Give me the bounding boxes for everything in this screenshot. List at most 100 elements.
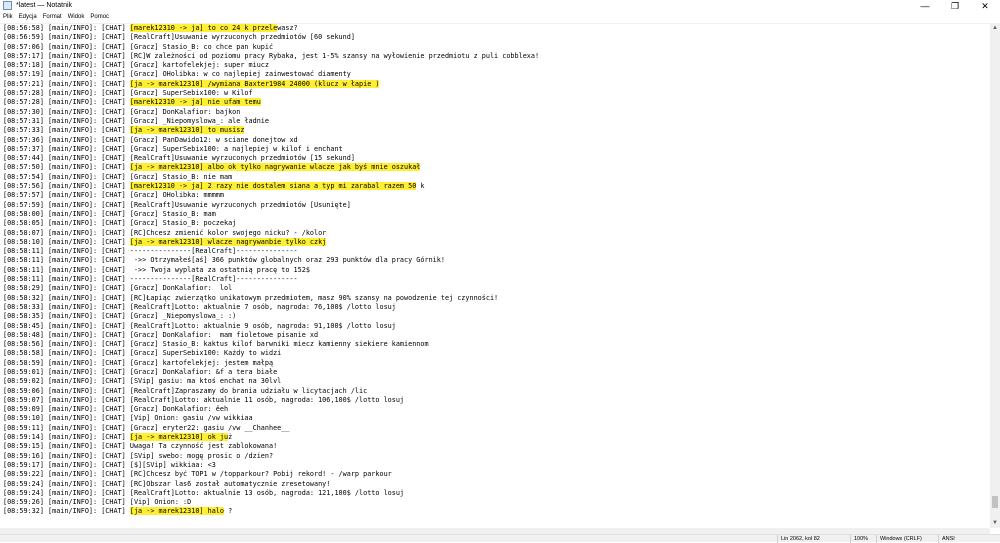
log-line: [08:59:32] [main/INFO]: [CHAT] [ja -> ma… [3, 507, 990, 516]
menu-file[interactable]: Plik [3, 12, 13, 23]
log-text: [08:57:28] [main/INFO]: [CHAT] [Gracz] S… [3, 89, 253, 98]
menu-format[interactable]: Format [43, 12, 62, 23]
log-text: [08:59:17] [main/INFO]: [CHAT] [$][SVip]… [3, 460, 216, 469]
log-text: [08:58:05] [main/INFO]: [CHAT] [Gracz] S… [3, 219, 237, 228]
scrollbar-thumb[interactable] [992, 496, 998, 508]
log-text: [08:57:36] [main/INFO]: [CHAT] [Gracz] P… [3, 135, 298, 144]
log-line: [08:57:21] [main/INFO]: [CHAT] [ja -> ma… [3, 79, 990, 89]
highlighted-text: [marek12310 -> ja] to co 24 k przele [129, 24, 278, 32]
highlighted-text: [ja -> marek12310] albo ok tylko nagrywa… [129, 163, 421, 172]
log-line: [08:59:01] [main/INFO]: [CHAT] [Gracz] D… [3, 368, 990, 377]
log-text: [08:58:45] [main/INFO]: [CHAT] [RealCraf… [3, 321, 396, 330]
highlighted-text: [marek12310 -> ja] 2 razy nie dostalem s… [129, 182, 417, 191]
log-text: [08:58:11] [main/INFO]: [CHAT] ->> Otrzy… [3, 256, 445, 265]
log-line: [08:57:17] [main/INFO]: [CHAT] [RC]W zal… [3, 52, 990, 61]
log-line: [08:59:10] [main/INFO]: [CHAT] [Vip] Oni… [3, 414, 990, 423]
log-line: [08:59:11] [main/INFO]: [CHAT] [Gracz] e… [3, 424, 990, 433]
menu-bar: Plik Edycja Format Widok Pomoc [0, 12, 1000, 23]
log-text: [08:58:07] [main/INFO]: [CHAT] [RC]Chces… [3, 228, 327, 237]
window-title: *latest — Notatnik [16, 2, 73, 9]
log-text: [08:58:11] [main/INFO]: [CHAT] ->> Twoja… [3, 265, 310, 274]
log-line: [08:59:16] [main/INFO]: [CHAT] [SVip] sw… [3, 452, 990, 461]
text-lines: [08:56:58] [main/INFO]: [CHAT] [marek123… [0, 24, 990, 517]
log-text: [08:57:18] [main/INFO]: [CHAT] [Gracz] k… [3, 61, 269, 70]
scroll-up-arrow-icon[interactable]: ▲ [990, 23, 1000, 33]
log-text: wasz? [277, 24, 298, 32]
log-text: [08:58:33] [main/INFO]: [CHAT] [RealCraf… [3, 302, 396, 311]
log-line: [08:57:57] [main/INFO]: [CHAT] [Gracz] O… [3, 191, 990, 200]
log-line: [08:56:59] [main/INFO]: [CHAT] [RealCraf… [3, 33, 990, 42]
log-text: [08:58:35] [main/INFO]: [CHAT] [Gracz] _… [3, 312, 237, 321]
log-text: [08:57:33] [main/INFO]: [CHAT] [3, 126, 130, 135]
log-text: [08:58:11] [main/INFO]: [CHAT] ---------… [3, 247, 298, 256]
log-line: [08:58:00] [main/INFO]: [CHAT] [Gracz] S… [3, 210, 990, 219]
close-button[interactable]: ✕ [970, 0, 1000, 12]
log-text: [08:57:57] [main/INFO]: [CHAT] [Gracz] O… [3, 191, 224, 200]
log-line: [08:57:18] [main/INFO]: [CHAT] [Gracz] k… [3, 61, 990, 70]
menu-help[interactable]: Pomoc [90, 12, 109, 23]
log-text: [08:59:02] [main/INFO]: [CHAT] [SVip] ga… [3, 377, 282, 386]
log-line: [08:58:59] [main/INFO]: [CHAT] [Gracz] k… [3, 359, 990, 368]
menu-view[interactable]: Widok [68, 12, 85, 23]
log-text: [08:59:11] [main/INFO]: [CHAT] [Gracz] e… [3, 423, 290, 432]
log-text: [08:57:31] [main/INFO]: [CHAT] [Gracz] _… [3, 116, 269, 125]
log-line: [08:57:28] [main/INFO]: [CHAT] [marek123… [3, 98, 990, 107]
log-line: [08:58:11] [main/INFO]: [CHAT] ---------… [3, 247, 990, 256]
log-line: [08:57:44] [main/INFO]: [CHAT] [RealCraf… [3, 154, 990, 163]
log-text: [08:58:00] [main/INFO]: [CHAT] [Gracz] S… [3, 209, 216, 218]
log-line: [08:59:26] [main/INFO]: [CHAT] [Vip] Oni… [3, 498, 990, 507]
log-line: [08:59:09] [main/INFO]: [CHAT] [Gracz] D… [3, 405, 990, 414]
log-line: [08:56:58] [main/INFO]: [CHAT] [marek123… [3, 24, 990, 33]
title-bar: *latest — Notatnik — ❐ ✕ [0, 0, 1000, 12]
log-line: [08:58:48] [main/INFO]: [CHAT] [Gracz] D… [3, 331, 990, 340]
log-text: ? [223, 507, 233, 516]
log-line: [08:58:07] [main/INFO]: [CHAT] [RC]Chces… [3, 229, 990, 238]
log-text: ż [228, 433, 233, 442]
log-text: [08:59:06] [main/INFO]: [CHAT] [RealCraf… [3, 386, 368, 395]
log-line: [08:57:28] [main/INFO]: [CHAT] [Gracz] S… [3, 89, 990, 98]
log-text: [08:57:30] [main/INFO]: [CHAT] [Gracz] D… [3, 107, 241, 116]
log-text: [08:59:09] [main/INFO]: [CHAT] [Gracz] D… [3, 405, 229, 414]
log-text: [08:57:50] [main/INFO]: [CHAT] [3, 163, 130, 172]
maximize-button[interactable]: ❐ [940, 0, 970, 12]
log-line: [08:59:15] [main/INFO]: [CHAT] Uwaga! Ta… [3, 442, 990, 451]
menu-edit[interactable]: Edycja [19, 12, 37, 23]
log-line: [08:59:06] [main/INFO]: [CHAT] [RealCraf… [3, 387, 990, 396]
scroll-down-arrow-icon[interactable]: ▼ [990, 518, 1000, 528]
log-line: [08:59:22] [main/INFO]: [CHAT] [RC]Chces… [3, 470, 990, 479]
log-line: [08:58:45] [main/INFO]: [CHAT] [RealCraf… [3, 322, 990, 331]
log-line: [08:59:24] [main/INFO]: [CHAT] [RC]Obsza… [3, 480, 990, 489]
log-text: [08:59:10] [main/INFO]: [CHAT] [Vip] Oni… [3, 414, 253, 423]
log-line: [08:58:58] [main/INFO]: [CHAT] [Gracz] S… [3, 349, 990, 358]
text-editor[interactable]: [08:56:58] [main/INFO]: [CHAT] [marek123… [0, 23, 990, 528]
log-text: [08:57:56] [main/INFO]: [CHAT] [3, 182, 130, 191]
log-line: [08:57:59] [main/INFO]: [CHAT] [RealCraf… [3, 201, 990, 210]
log-text: [08:59:01] [main/INFO]: [CHAT] [Gracz] D… [3, 367, 278, 376]
highlighted-text: [ja -> marek12310] halo [129, 507, 224, 516]
log-text: [08:59:16] [main/INFO]: [CHAT] [SVip] sw… [3, 451, 274, 460]
log-text: [08:57:44] [main/INFO]: [CHAT] [RealCraf… [3, 154, 355, 163]
log-text: [08:57:59] [main/INFO]: [CHAT] [RealCraf… [3, 200, 351, 209]
vertical-scrollbar[interactable]: ▲ ▼ [990, 23, 1000, 528]
log-text: [08:57:28] [main/INFO]: [CHAT] [3, 98, 130, 107]
highlighted-text: [ja -> marek12310] wlacze nagrywanbie ty… [129, 237, 327, 246]
log-text: [08:59:24] [main/INFO]: [CHAT] [RC]Obsza… [3, 479, 331, 488]
log-line: [08:57:30] [main/INFO]: [CHAT] [Gracz] D… [3, 108, 990, 117]
log-line: [08:58:11] [main/INFO]: [CHAT] ---------… [3, 275, 990, 284]
log-text: [08:59:22] [main/INFO]: [CHAT] [RC]Chces… [3, 470, 392, 479]
log-text: [08:58:58] [main/INFO]: [CHAT] [Gracz] S… [3, 349, 282, 358]
log-line: [08:58:32] [main/INFO]: [CHAT] [RC]Łapią… [3, 294, 990, 303]
log-line: [08:57:37] [main/INFO]: [CHAT] [Gracz] S… [3, 145, 990, 154]
log-text: [08:59:32] [main/INFO]: [CHAT] [3, 507, 130, 516]
log-line: [08:59:02] [main/INFO]: [CHAT] [SVip] ga… [3, 377, 990, 386]
log-line: [08:58:11] [main/INFO]: [CHAT] ->> Otrzy… [3, 256, 990, 265]
highlighted-text: [ja -> marek12310] /wymiana Baxter1984 2… [129, 79, 380, 88]
log-line: [08:59:07] [main/INFO]: [CHAT] [RealCraf… [3, 396, 990, 405]
minimize-button[interactable]: — [910, 0, 940, 12]
log-line: [08:57:33] [main/INFO]: [CHAT] [ja -> ma… [3, 126, 990, 135]
log-text: [08:56:59] [main/INFO]: [CHAT] [RealCraf… [3, 33, 355, 42]
highlighted-text: [ja -> marek12310] ok ju [129, 433, 229, 442]
log-text: [08:57:06] [main/INFO]: [CHAT] [Gracz] S… [3, 42, 274, 51]
log-text: [08:58:59] [main/INFO]: [CHAT] [Gracz] k… [3, 358, 274, 367]
log-text: [08:57:21] [main/INFO]: [CHAT] [3, 79, 130, 88]
